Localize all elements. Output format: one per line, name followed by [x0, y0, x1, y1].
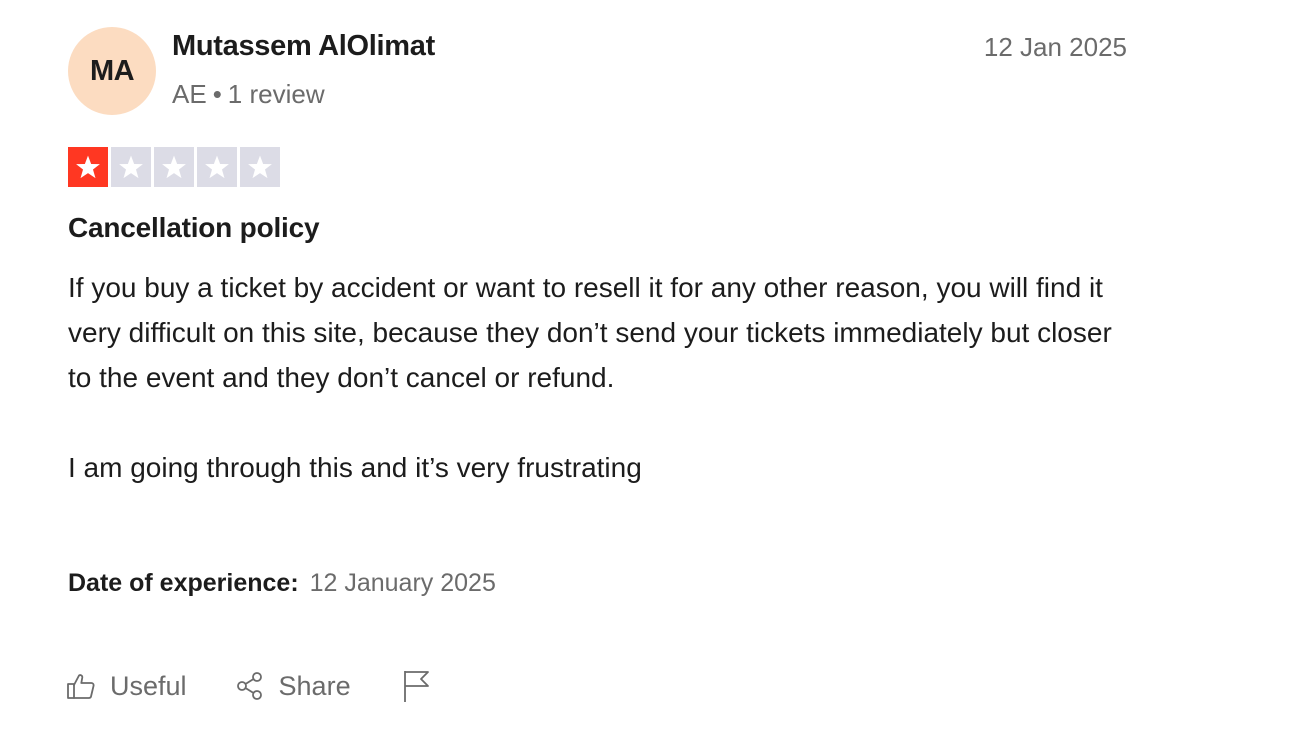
reviewer-country: AE	[172, 79, 207, 109]
date-of-experience-label: Date of experience:	[68, 569, 299, 597]
review-date: 12 Jan 2025	[983, 32, 1127, 62]
thumbs-up-icon	[66, 671, 96, 701]
date-of-experience: Date of experience: 12 January 2025	[68, 569, 496, 598]
flag-icon	[401, 669, 431, 703]
reviewer-review-count: 1 review	[227, 79, 325, 109]
reviewer-meta: AE • 1 review	[172, 79, 325, 110]
useful-label: Useful	[110, 670, 187, 701]
star-icon	[197, 147, 237, 187]
report-button[interactable]	[401, 669, 431, 703]
review-paragraph: If you buy a ticket by accident or want …	[68, 272, 1112, 393]
share-icon	[235, 671, 265, 701]
avatar[interactable]: MA	[68, 27, 156, 115]
review-title[interactable]: Cancellation policy	[68, 212, 320, 244]
reviewer-name[interactable]: Mutassem AlOlimat	[172, 30, 435, 63]
review-card: MA Mutassem AlOlimat AE • 1 review 12 Jan …	[0, 0, 1301, 745]
star-icon	[111, 147, 151, 187]
share-label: Share	[278, 670, 351, 701]
share-button[interactable]: Share	[235, 671, 351, 702]
date-of-experience-value: 12 January 2025	[309, 569, 496, 597]
review-paragraph: I am going through this and it’s very fr…	[68, 452, 642, 483]
review-actions: Useful Share	[66, 666, 431, 706]
star-icon	[68, 147, 108, 187]
star-icon	[240, 147, 280, 187]
star-rating	[68, 147, 280, 187]
useful-button[interactable]: Useful	[66, 671, 187, 702]
review-body: If you buy a ticket by accident or want …	[68, 265, 1128, 490]
meta-separator: •	[212, 79, 222, 109]
star-icon	[154, 147, 194, 187]
